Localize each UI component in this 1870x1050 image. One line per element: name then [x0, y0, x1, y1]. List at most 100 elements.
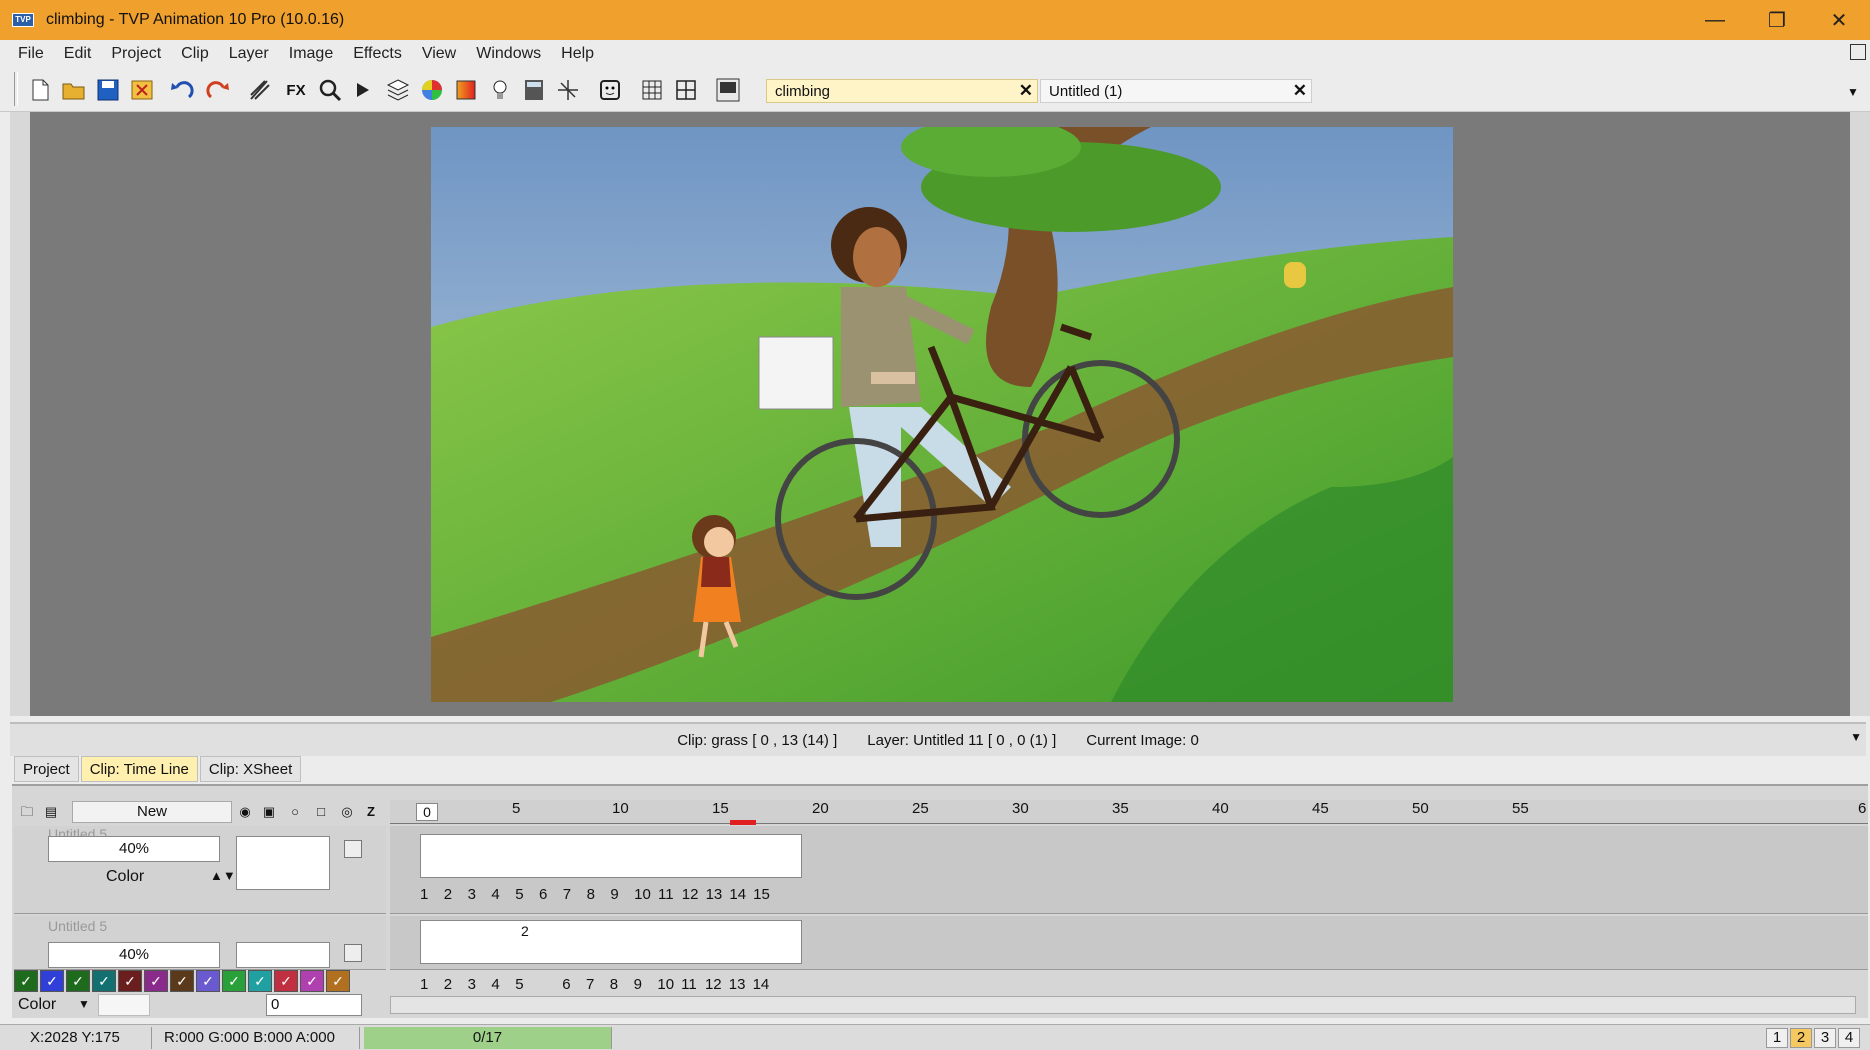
frame-label: 2 [521, 923, 529, 939]
play-icon[interactable] [348, 76, 376, 104]
grid-icon[interactable] [638, 76, 666, 104]
layer-tool-icon[interactable]: ▤ [42, 804, 60, 820]
close-tab-icon[interactable]: ✕ [1019, 81, 1033, 101]
panel-restore-icon[interactable] [1850, 44, 1866, 60]
color-swatch[interactable]: ✓ [326, 970, 350, 992]
color-swatch[interactable]: ✓ [274, 970, 298, 992]
menu-edit[interactable]: Edit [54, 45, 102, 63]
menu-clip[interactable]: Clip [171, 45, 219, 63]
menu-windows[interactable]: Windows [466, 45, 551, 63]
menu-project[interactable]: Project [101, 45, 171, 63]
zoom-icon[interactable] [316, 76, 344, 104]
page-button-1[interactable]: 1 [1766, 1028, 1788, 1048]
tab-project[interactable]: Project [14, 756, 79, 782]
folder-icon[interactable]: 🗀 [18, 804, 36, 820]
toolbar-grip[interactable] [14, 72, 18, 106]
title-bar: TVP climbing - TVP Animation 10 Pro (10.… [0, 0, 1870, 40]
light-bulb-icon[interactable] [486, 76, 514, 104]
layers-icon[interactable] [384, 76, 412, 104]
current-frame-marker[interactable]: 0 [416, 803, 438, 821]
save-icon[interactable] [94, 76, 122, 104]
menu-file[interactable]: File [8, 45, 54, 63]
close-tab-icon[interactable]: ✕ [1293, 81, 1307, 101]
fx-icon[interactable]: FX [282, 76, 310, 104]
vertical-scrollbar[interactable] [1850, 112, 1870, 716]
color-chip[interactable] [98, 994, 150, 1016]
face-icon[interactable] [596, 76, 624, 104]
drawing-canvas[interactable] [431, 127, 1453, 702]
tab-untitled[interactable]: Untitled (1) ✕ [1040, 79, 1312, 103]
split-grid-icon[interactable] [672, 76, 700, 104]
brush-icon[interactable] [246, 76, 274, 104]
z-order-icon[interactable]: Z [362, 804, 380, 820]
color-mode-label[interactable]: Color [18, 996, 56, 1014]
layer-option-icon[interactable] [344, 944, 362, 962]
frame-number-field[interactable]: 0 [266, 994, 362, 1016]
tab-climbing[interactable]: climbing ✕ [766, 79, 1038, 103]
color-swatch[interactable]: ✓ [144, 970, 168, 992]
chevron-down-icon[interactable]: ▼ [1842, 82, 1864, 102]
color-swatch[interactable]: ✓ [40, 970, 64, 992]
menu-help[interactable]: Help [551, 45, 604, 63]
tab-clip-xsheet[interactable]: Clip: XSheet [199, 756, 302, 782]
restore-button[interactable]: ❐ [1746, 0, 1808, 40]
transform-icon[interactable] [554, 76, 582, 104]
color-swatch[interactable]: ✓ [66, 970, 90, 992]
layer-mode-select[interactable]: Color [106, 868, 144, 886]
target-icon[interactable]: ◎ [338, 804, 356, 820]
layer-row[interactable]: Untitled 5 40% Color ▲▼ [14, 826, 386, 914]
page-button-3[interactable]: 3 [1814, 1028, 1836, 1048]
film-strip[interactable]: 2 [420, 920, 802, 964]
film-strip[interactable] [420, 834, 802, 878]
menu-image[interactable]: Image [279, 45, 343, 63]
page-button-4[interactable]: 4 [1838, 1028, 1860, 1048]
chevron-down-icon[interactable]: ▼ [78, 997, 90, 1011]
color-swatch[interactable]: ✓ [300, 970, 324, 992]
window-title: climbing - TVP Animation 10 Pro (10.0.16… [46, 11, 345, 28]
redo-icon[interactable] [204, 76, 232, 104]
menu-view[interactable]: View [412, 45, 466, 63]
layer-option-icon[interactable] [344, 840, 362, 858]
layer-row[interactable]: Untitled 5 40% [14, 916, 386, 970]
layer-name[interactable]: Untitled 5 [48, 918, 107, 934]
color-swatch[interactable]: ✓ [118, 970, 142, 992]
new-layer-button[interactable]: New [72, 801, 232, 823]
undo-icon[interactable] [168, 76, 196, 104]
mode-stepper-icon[interactable]: ▲▼ [210, 868, 236, 883]
open-folder-icon[interactable] [60, 76, 88, 104]
calculator-icon[interactable] [520, 76, 548, 104]
color-swatch[interactable]: ✓ [92, 970, 116, 992]
ruler-tick: 35 [1112, 800, 1129, 817]
minimize-button[interactable]: — [1684, 0, 1746, 40]
menu-effects[interactable]: Effects [343, 45, 412, 63]
monitor-icon[interactable] [714, 76, 742, 104]
menu-bar: File Edit Project Clip Layer Image Effec… [0, 40, 1870, 68]
layer-opacity-field[interactable]: 40% [48, 836, 220, 862]
menu-layer[interactable]: Layer [219, 45, 279, 63]
color-wheel-icon[interactable] [418, 76, 446, 104]
close-button[interactable]: ✕ [1808, 0, 1870, 40]
color-swatch[interactable]: ✓ [222, 970, 246, 992]
color-swatch[interactable]: ✓ [196, 970, 220, 992]
playback-range-marker[interactable] [730, 820, 756, 825]
layer-opacity-field[interactable]: 40% [48, 942, 220, 968]
close-file-icon[interactable] [128, 76, 156, 104]
layer-track[interactable]: 2 [390, 916, 1868, 970]
frame-ruler[interactable]: 0 5 10 15 20 25 30 35 40 45 50 55 6 [390, 800, 1868, 825]
new-file-icon[interactable] [26, 76, 54, 104]
chevron-down-icon[interactable]: ▼ [1850, 730, 1862, 744]
page-button-2[interactable]: 2 [1790, 1028, 1812, 1048]
gradient-icon[interactable] [452, 76, 480, 104]
color-swatch[interactable]: ✓ [248, 970, 272, 992]
tab-clip-timeline[interactable]: Clip: Time Line [80, 756, 198, 782]
lock-icon[interactable]: ▣ [260, 804, 278, 820]
color-swatch[interactable]: ✓ [14, 970, 38, 992]
square-icon[interactable]: □ [312, 804, 330, 820]
ruler-tick: 20 [812, 800, 829, 817]
eye-icon[interactable]: ◉ [236, 804, 254, 820]
light-bulb-icon[interactable]: ○ [286, 804, 304, 820]
horizontal-scrollbar[interactable] [390, 996, 1856, 1014]
layer-track[interactable]: 1 2 3 4 5 6 7 8 9 10 11 12 13 14 15 [390, 826, 1868, 914]
color-swatch[interactable]: ✓ [170, 970, 194, 992]
layer-thumbnail [236, 836, 330, 890]
